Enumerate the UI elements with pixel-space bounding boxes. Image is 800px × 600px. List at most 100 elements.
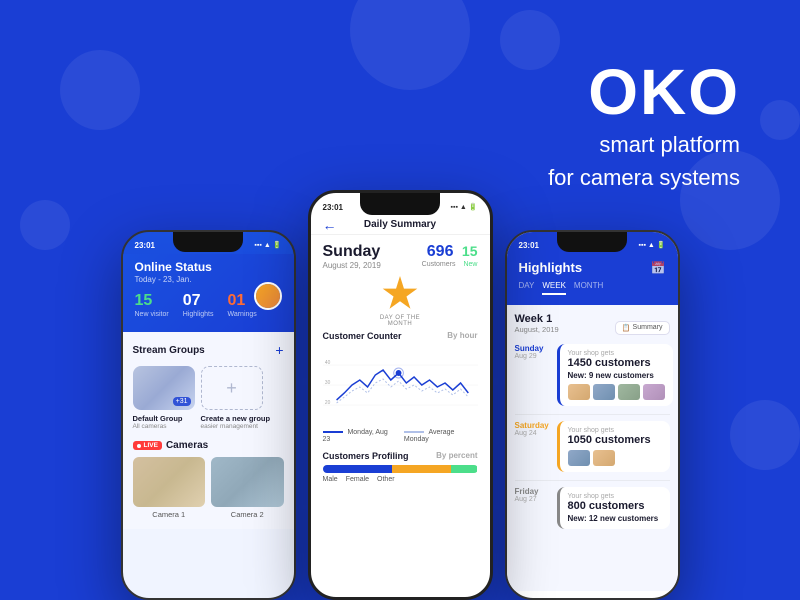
chart-legend: Monday, Aug 23 Average Monday xyxy=(323,429,478,443)
profiling-bar xyxy=(323,465,478,473)
thumb-6 xyxy=(593,450,615,466)
camera-2[interactable]: Camera 2 xyxy=(211,457,284,519)
counter-title-row: Customer Counter By hour xyxy=(323,331,478,341)
saturday-thumbs xyxy=(568,450,662,466)
profiling-labels: Male Female Other xyxy=(323,476,478,483)
middle-header: ← Daily Summary xyxy=(311,215,490,235)
thumb-3 xyxy=(618,384,640,400)
add-group-icon[interactable]: + xyxy=(201,366,263,410)
stream-group-item: +31 Default Group All cameras xyxy=(133,366,195,430)
profiling-title-row: Customers Profiling By percent xyxy=(323,451,478,461)
week-title: Week 1 xyxy=(515,313,559,325)
day-info-row: Sunday August 29, 2019 696 15 Customers … xyxy=(323,243,478,270)
create-stream-group[interactable]: + Create a new group easier management xyxy=(201,366,271,430)
camera-1[interactable]: Camera 1 xyxy=(133,457,206,519)
right-phone-body: Week 1 August, 2019 📋 Summary Sunday Aug… xyxy=(507,305,678,591)
day-of-month-badge: DAY OF THE MONTH xyxy=(370,276,430,327)
day-customers: 696 15 Customers New xyxy=(422,243,478,268)
day-name: Sunday xyxy=(323,243,381,261)
bar-other xyxy=(451,465,477,473)
period-tabs: DAY WEEK MONTH xyxy=(519,281,666,295)
left-phone-header: Online Status Today - 23, Jan. 15 New vi… xyxy=(123,254,294,332)
camera-1-preview xyxy=(133,457,206,507)
phone-right: 23:01 ▪▪▪ ▲ 🔋 Highlights 📅 DAY WEEK MONT… xyxy=(505,230,680,600)
back-button[interactable]: ← xyxy=(323,217,337,233)
daily-summary-body: Sunday August 29, 2019 696 15 Customers … xyxy=(311,235,490,491)
brand-section: OKO smart platform for camera systems xyxy=(548,60,740,194)
bar-male xyxy=(323,465,393,473)
right-phone-header: Highlights 📅 DAY WEEK MONTH xyxy=(507,254,678,305)
summary-icon: 📋 xyxy=(622,324,631,332)
online-status-title: Online Status xyxy=(135,260,282,274)
signal-icons-right: ▪▪▪ ▲ 🔋 xyxy=(639,241,666,249)
day-info: Sunday August 29, 2019 xyxy=(323,243,381,270)
saturday-content: Your shop gets 1050 customers xyxy=(557,421,670,472)
sunday-thumbs xyxy=(568,384,665,400)
stream-groups-list: +31 Default Group All cameras + Create a… xyxy=(133,366,284,430)
svg-text:30: 30 xyxy=(324,380,330,386)
notch-left xyxy=(173,232,243,252)
week-header: Week 1 August, 2019 📋 Summary xyxy=(515,313,670,342)
counter-title: Customer Counter xyxy=(323,331,402,341)
phone-middle: 23:01 ▪▪▪ ▲ 🔋 ← Daily Summary Sunday Aug… xyxy=(308,190,493,600)
thumb-2 xyxy=(593,384,615,400)
stat-highlights: 07 Highlights xyxy=(183,292,214,318)
svg-text:40: 40 xyxy=(324,360,330,366)
summary-button[interactable]: 📋 Summary xyxy=(615,321,670,335)
divider-1 xyxy=(515,414,670,415)
cameras-section: LIVE Cameras Camera 1 Camera 2 xyxy=(133,440,284,519)
divider-2 xyxy=(515,480,670,481)
left-phone-body: Stream Groups + +31 Default Group All ca… xyxy=(123,332,294,529)
highlights-title: Highlights xyxy=(519,260,583,275)
highlight-friday: Friday Aug 27 Your shop gets 800 custome… xyxy=(515,487,670,529)
stat-new-visitor: 15 New visitor xyxy=(135,292,169,318)
thumb-4 xyxy=(643,384,665,400)
friday-new: New: 12 new customers xyxy=(568,514,662,523)
avatar xyxy=(254,282,282,310)
highlight-sunday: Sunday Aug 29 Your shop gets 1450 custom… xyxy=(515,344,670,406)
sunday-label: Sunday Aug 29 xyxy=(515,344,551,406)
live-badge: LIVE xyxy=(133,441,162,450)
camera-thumbs: Camera 1 Camera 2 xyxy=(133,457,284,519)
tab-week[interactable]: WEEK xyxy=(542,281,566,295)
profiling-title: Customers Profiling xyxy=(323,451,409,461)
notch-right xyxy=(557,232,627,252)
bar-female xyxy=(392,465,451,473)
saturday-label: Saturday Aug 24 xyxy=(515,421,551,472)
online-status-date: Today - 23, Jan. xyxy=(135,275,282,284)
cameras-title: Cameras xyxy=(166,440,208,451)
tab-month[interactable]: MONTH xyxy=(574,281,603,295)
star-icon xyxy=(382,276,418,312)
day-date: August 29, 2019 xyxy=(323,261,381,270)
legend-item-1: Monday, Aug 23 xyxy=(323,429,394,443)
notch-middle xyxy=(360,193,440,215)
tab-day[interactable]: DAY xyxy=(519,281,535,295)
sunday-content: Your shop gets 1450 customers New: 9 new… xyxy=(557,344,673,406)
stream-thumb-1: +31 xyxy=(133,366,195,410)
customer-chart: 40 30 20 xyxy=(323,345,478,425)
sunday-new: New: 9 new customers xyxy=(568,371,665,380)
thumb-5 xyxy=(568,450,590,466)
phone-left: 23:01 ▪▪▪ ▲ 🔋 Online Status Today - 23, … xyxy=(121,230,296,600)
friday-content: Your shop gets 800 customers New: 12 new… xyxy=(557,487,670,529)
week-date: August, 2019 xyxy=(515,325,559,334)
stat-warnings: 01 Warnings xyxy=(227,292,256,318)
customers-profiling: Customers Profiling By percent Male Fema… xyxy=(323,451,478,483)
stream-groups-title: Stream Groups xyxy=(133,345,205,356)
chart-svg: 40 30 20 xyxy=(323,345,478,425)
brand-name: OKO xyxy=(548,60,740,124)
customers-new: 15 xyxy=(462,243,478,259)
phones-container: 23:01 ▪▪▪ ▲ 🔋 Online Status Today - 23, … xyxy=(0,190,800,600)
thumb-1 xyxy=(568,384,590,400)
customers-count: 696 xyxy=(427,243,454,260)
add-stream-button[interactable]: + xyxy=(275,342,283,358)
stream-groups-header: Stream Groups + xyxy=(133,342,284,358)
camera-2-preview xyxy=(211,457,284,507)
highlight-saturday: Saturday Aug 24 Your shop gets 1050 cust… xyxy=(515,421,670,472)
signal-icons-middle: ▪▪▪ ▲ 🔋 xyxy=(451,203,478,211)
customer-counter-section: Customer Counter By hour 40 30 20 xyxy=(323,331,478,443)
signal-icons-left: ▪▪▪ ▲ 🔋 xyxy=(254,241,281,249)
calendar-icon[interactable]: 📅 xyxy=(651,261,666,275)
legend-item-2: Average Monday xyxy=(404,429,478,443)
svg-text:20: 20 xyxy=(324,400,330,406)
